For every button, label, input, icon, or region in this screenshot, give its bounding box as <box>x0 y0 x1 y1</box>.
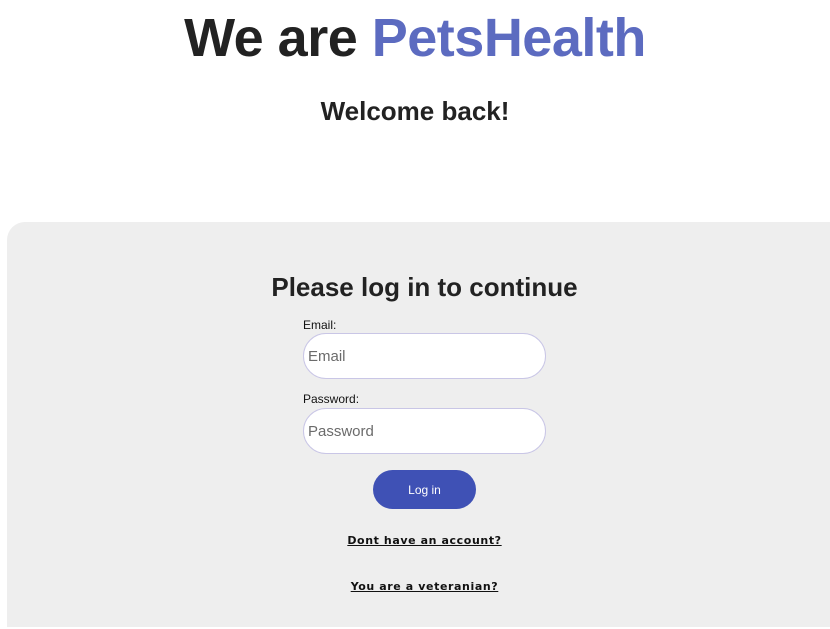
password-field[interactable] <box>303 408 546 454</box>
brand-name: PetsHealth <box>371 8 647 68</box>
hero-title: We are PetsHealth <box>0 6 830 70</box>
login-button[interactable]: Log in <box>373 470 476 509</box>
email-field[interactable] <box>303 333 546 379</box>
hero-title-prefix: We are <box>184 8 372 68</box>
veterinarian-link[interactable]: You are a veteranian? <box>7 580 830 593</box>
email-label: Email: <box>303 318 337 332</box>
login-page: We are PetsHealth Welcome back! Please l… <box>0 0 830 629</box>
signup-link[interactable]: Dont have an account? <box>7 534 830 547</box>
login-heading: Please log in to continue <box>271 272 578 302</box>
login-card: Please log in to continue Email: Passwor… <box>7 222 830 627</box>
password-label: Password: <box>303 392 360 406</box>
welcome-subtitle: Welcome back! <box>320 96 510 126</box>
